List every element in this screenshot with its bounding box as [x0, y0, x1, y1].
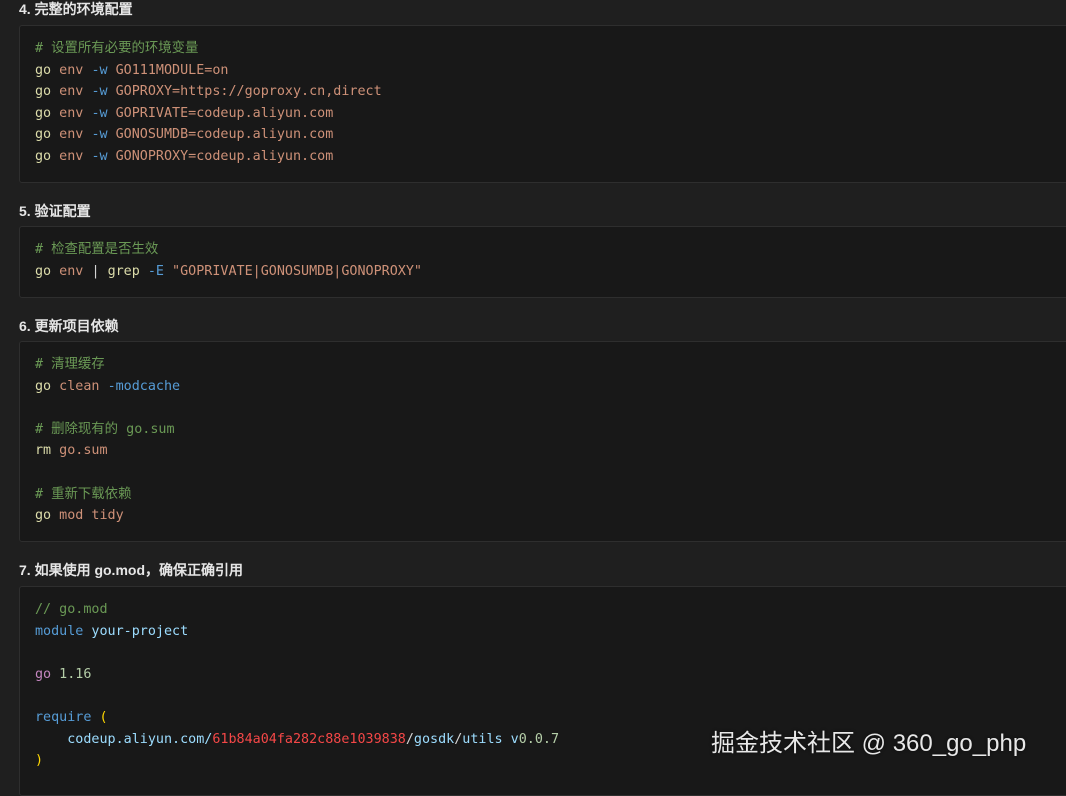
code-line: rm go.sum — [35, 442, 108, 460]
code-block[interactable]: # 清理缓存 go clean -modcache # 删除现有的 go.sum rm… — [19, 341, 1066, 542]
code-token-flag: -w — [91, 84, 108, 100]
code-token-plain: / — [405, 731, 414, 747]
code-token-comment: # 设置所有必要的环境变量 — [35, 41, 199, 56]
code-line: go env | grep -E "GOPRIVATE|GONOSUMDB|GO… — [35, 263, 422, 281]
code-line: // go.mod — [35, 601, 108, 619]
code-token-flag: -E — [147, 263, 164, 279]
code-line: # 检查配置是否生效 — [35, 241, 158, 259]
code-token-comment: // go.mod — [35, 602, 108, 617]
code-line: # 设置所有必要的环境变量 — [35, 40, 198, 58]
code-token-arg: env — [51, 105, 92, 121]
code-token-mod: codeup.aliyun.com/ — [35, 731, 213, 747]
code-token-comment: # 删除现有的 go.sum — [35, 421, 175, 437]
code-line: go 1.16 — [35, 666, 91, 684]
code-token-cmd: go — [35, 378, 52, 394]
code-token-arg: GONOSUMDB=codeup.aliyun.com — [107, 127, 334, 143]
code-token-brace: ) — [35, 753, 44, 769]
code-line: # 重新下载依赖 — [35, 486, 131, 504]
code-block[interactable]: // go.mod module your-project go 1.16 requi… — [19, 586, 1066, 796]
code-token-arg: GO111MODULE=on — [107, 62, 229, 78]
code-line: go env -w GONOSUMDB=codeup.aliyun.com — [35, 126, 333, 144]
code-line: go env -w GOPROXY=https://goproxy.cn,dir… — [35, 83, 382, 101]
code-token-comment: # 重新下载依赖 — [35, 486, 132, 502]
code-token-cmd: go — [35, 127, 52, 143]
code-token-cmd: go — [35, 508, 52, 524]
code-line: require ( — [35, 709, 108, 727]
code-token-kw: require — [35, 710, 92, 725]
code-token-mod: gosdk — [413, 731, 455, 747]
code-token-num: 0.0.7 — [518, 731, 560, 747]
code-token-comment: # 清理缓存 — [35, 357, 105, 372]
code-token-arg: env — [51, 84, 92, 100]
section-heading: 7. 如果使用 go.mod，确保正确引用 — [19, 562, 243, 578]
code-token-flag: -w — [91, 127, 108, 143]
code-token-plain: | — [91, 263, 108, 279]
code-token-arg: GOPROXY=https://goproxy.cn,direct — [107, 84, 382, 100]
code-token-mod: utils — [462, 731, 503, 747]
code-block[interactable]: # 设置所有必要的环境变量 go env -w GO111MODULE=on go … — [19, 25, 1066, 183]
code-token-arg: env — [51, 263, 92, 279]
code-token-cmd: go — [35, 62, 52, 78]
code-line: # 删除现有的 go.sum — [35, 421, 175, 439]
code-token-cmd: go — [35, 84, 52, 100]
code-token-mod: v — [502, 731, 519, 747]
code-token-hash: 61b84a04fa282c88e1039838 — [212, 731, 406, 747]
section-heading: 6. 更新项目依赖 — [19, 318, 119, 334]
code-token-arg: clean — [51, 378, 108, 394]
code-line: ) — [35, 752, 43, 770]
code-token-flag: -w — [91, 105, 108, 121]
code-line: codeup.aliyun.com/61b84a04fa282c88e10398… — [35, 731, 559, 749]
code-token-arg: env — [51, 127, 92, 143]
code-line: go clean -modcache — [35, 378, 180, 396]
code-token-gokw: go — [35, 666, 52, 682]
code-token-brace: ( — [99, 710, 108, 725]
code-token-arg: go.sum — [51, 443, 108, 459]
code-token-cmd: go — [35, 149, 52, 164]
code-token-cmd: go — [35, 105, 52, 121]
code-token-arg: GONOPROXY=codeup.aliyun.com — [107, 149, 334, 164]
code-line: go env -w GOPRIVATE=codeup.aliyun.com — [35, 105, 333, 123]
code-token-flag: -modcache — [107, 378, 181, 394]
code-line: go env -w GONOPROXY=codeup.aliyun.com — [35, 148, 333, 166]
section-heading: 5. 验证配置 — [19, 203, 91, 219]
code-token-flag: -w — [91, 149, 108, 164]
code-token-kw: module — [35, 623, 84, 639]
code-line: go mod tidy — [35, 507, 124, 525]
code-token-arg: "GOPRIVATE|GONOSUMDB|GONOPROXY" — [164, 263, 422, 279]
code-token-arg: env — [51, 149, 92, 164]
section-heading: 4. 完整的环境配置 — [19, 1, 133, 17]
code-token-mod: your-project — [83, 623, 189, 639]
code-token-arg: env — [51, 62, 92, 78]
code-line: go env -w GO111MODULE=on — [35, 62, 229, 80]
code-line: # 清理缓存 — [35, 356, 105, 374]
code-token-arg: mod tidy — [51, 508, 124, 524]
code-token-cmd: go — [35, 263, 52, 279]
code-token-cmd: rm — [35, 443, 52, 459]
code-token-num: 1.16 — [51, 666, 92, 682]
code-token-comment: # 检查配置是否生效 — [35, 242, 159, 257]
code-token-flag: -w — [91, 62, 108, 78]
code-line: module your-project — [35, 623, 188, 641]
watermark: 掘金技术社区 @ 360_go_php — [711, 730, 1027, 757]
code-token-arg: GOPRIVATE=codeup.aliyun.com — [107, 105, 334, 121]
code-block[interactable]: # 检查配置是否生效 go env | grep -E "GOPRIVATE|GO… — [19, 226, 1066, 298]
code-token-cmd: grep — [107, 263, 140, 279]
